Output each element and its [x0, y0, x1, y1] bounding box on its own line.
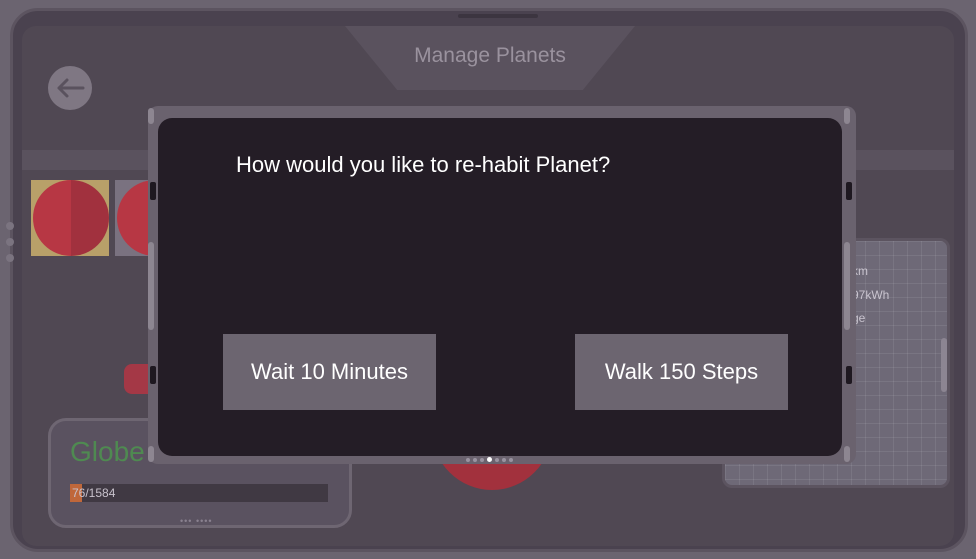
frame-peg: [844, 446, 850, 462]
page-dot: [487, 457, 492, 462]
globe-label: Globe: [70, 436, 145, 467]
frame-notch: [150, 182, 156, 200]
arrow-left-icon: [57, 78, 85, 98]
globe-dots: ••• ••••: [180, 516, 213, 526]
planet-icon: [33, 180, 109, 256]
page-dot: [509, 457, 513, 462]
game-screen: Manage Planets Globe 76/1584 ••• •••• km…: [0, 0, 976, 559]
page-dot: [495, 457, 499, 462]
side-dot: [6, 238, 14, 246]
stat-line: 97kWh: [852, 288, 890, 302]
page-dot: [473, 457, 477, 462]
stats-scrollbar[interactable]: [941, 338, 947, 392]
walk-150-steps-button[interactable]: Walk 150 Steps: [575, 334, 788, 410]
side-dot: [6, 222, 14, 230]
wait-10-minutes-button[interactable]: Wait 10 Minutes: [223, 334, 436, 410]
dialog-question: How would you like to re-habit Planet?: [236, 152, 611, 177]
page-title: Manage Planets: [414, 44, 566, 67]
page-dot: [502, 457, 506, 462]
side-indicator: [6, 222, 14, 282]
frame-peg: [844, 242, 850, 330]
globe-progress-count: 76/1584: [72, 486, 116, 500]
top-slot: [458, 14, 538, 18]
page-dot: [480, 457, 484, 462]
frame-notch: [846, 366, 852, 384]
planet-card[interactable]: [31, 180, 109, 256]
side-dot: [6, 254, 14, 262]
back-button[interactable]: [48, 66, 92, 110]
frame-notch: [150, 366, 156, 384]
page-dot: [466, 457, 470, 462]
page-indicator: [466, 457, 513, 462]
frame-peg: [148, 108, 154, 124]
frame-notch: [846, 182, 852, 200]
frame-peg: [148, 242, 154, 330]
frame-peg: [148, 446, 154, 462]
frame-peg: [844, 108, 850, 124]
